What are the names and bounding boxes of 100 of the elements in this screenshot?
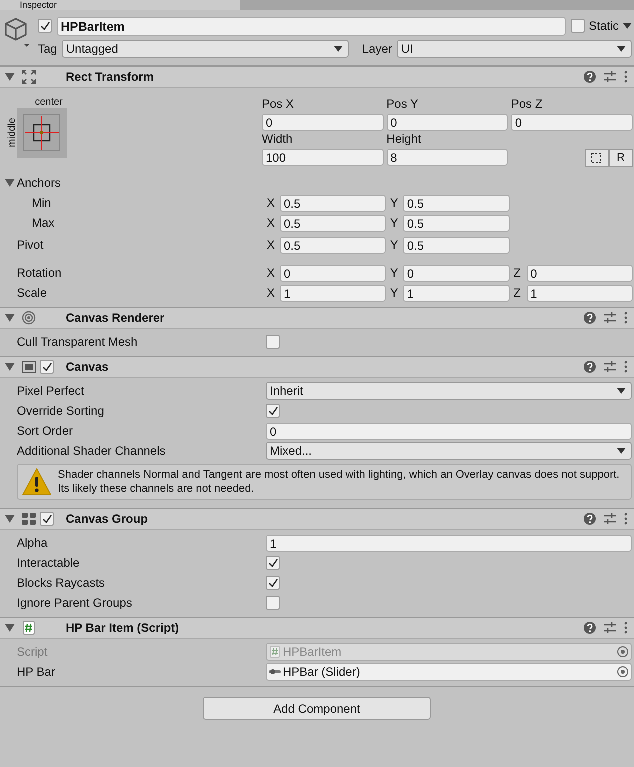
anchor-label: center [34,97,64,108]
menu-icon[interactable] [624,622,628,634]
axis-label: X [267,238,276,252]
component-header[interactable]: Canvas Renderer [0,307,634,329]
checkbox[interactable] [266,335,280,349]
name-field[interactable]: HPBarItem [57,16,566,36]
input-field[interactable]: 0 [386,114,508,131]
help-icon[interactable] [584,622,596,634]
raw-edit-button[interactable]: R [608,149,633,167]
component-header[interactable]: Canvas Group [0,508,634,530]
foldout-arrow-icon[interactable] [5,179,15,187]
input-field[interactable]: 0 [280,264,386,282]
axis-label: X [267,286,276,300]
foldout-arrow-icon[interactable] [5,314,15,322]
enable-checkbox[interactable] [40,360,54,374]
checkbox[interactable] [266,404,280,418]
presets-icon[interactable] [604,513,616,525]
input-field[interactable]: 0.5 [280,214,386,232]
presets-icon[interactable] [604,361,616,373]
axis-label: X [267,266,276,280]
foldout-label[interactable]: Anchors [17,176,62,190]
checkbox[interactable] [266,556,280,570]
enable-checkbox[interactable] [40,512,54,526]
input-field[interactable]: 100 [262,149,384,166]
help-icon[interactable] [584,513,596,525]
dropdown[interactable]: UI [397,40,632,58]
target-icon[interactable] [617,666,629,678]
axis-label: Y [390,266,400,280]
input-field[interactable]: 0.5 [280,236,386,254]
field-label: Script [16,645,49,659]
axis-label: Y [390,238,400,252]
warning-icon [22,468,52,496]
component-header[interactable]: Rect Transform [0,66,634,88]
presets-icon[interactable] [604,622,616,634]
field-label: Additional Shader Channels [16,444,167,458]
checkbox[interactable] [266,576,280,590]
component-title: Canvas Group [66,512,148,526]
dropdown[interactable]: Untagged [62,40,350,58]
frame-icon [22,360,36,374]
foldout-arrow-icon[interactable] [5,73,15,81]
anchor-preset-icon[interactable] [17,108,67,158]
foldout-arrow-icon[interactable] [5,624,15,632]
help-icon[interactable] [584,312,596,324]
input-field[interactable]: 1 [526,284,633,302]
input-field[interactable]: 0 [526,264,633,282]
input-field[interactable]: 0.5 [280,194,386,212]
field-label: Cull Transparent Mesh [16,335,139,349]
input-field[interactable]: 0 [403,264,510,282]
component-header[interactable]: HP Bar Item (Script) [0,617,634,639]
input-field[interactable]: 0 [266,422,632,440]
field-label: Override Sorting [16,404,106,418]
axis-label: Y [390,196,400,210]
input-field[interactable]: 0 [511,114,633,131]
component-header[interactable]: Canvas [0,356,634,378]
static-label: Static [588,19,619,33]
warning-text: Shader channels Normal and Tangent are most often used with lighting, which an Overlay canvas does not support. Its likely these channels are not needed. [58,468,621,496]
field-label: Sort Order [16,424,74,438]
field-label: Pos Z [511,97,544,113]
input-field[interactable]: 0.5 [403,236,510,254]
add-component-button[interactable]: Add Component [203,697,431,720]
inspector-tab[interactable]: Inspector [0,0,240,10]
field-label: Pos X [262,97,296,113]
help-icon[interactable] [584,361,596,373]
static-checkbox[interactable] [570,19,585,33]
dropdown[interactable]: Mixed... [266,442,632,460]
foldout-arrow-icon[interactable] [5,515,15,523]
foldout-arrow-icon[interactable] [5,363,15,371]
menu-icon[interactable] [624,513,628,525]
checkbox[interactable] [266,596,280,610]
menu-icon[interactable] [624,312,628,324]
axis-label: Y [390,216,400,230]
blueprint-button[interactable] [584,149,609,167]
input-field[interactable]: 8 [386,149,508,166]
dotted-rectangle-icon [591,152,602,164]
help-icon[interactable] [584,71,596,83]
field-label: Interactable [16,556,81,570]
presets-icon[interactable] [604,71,616,83]
active-checkbox[interactable] [38,19,52,33]
input-field[interactable]: 1 [266,534,632,552]
input-field[interactable]: 1 [280,284,386,302]
caret-icon [617,46,626,52]
field-label: Max [31,216,56,230]
component-title: HP Bar Item (Script) [66,621,180,635]
presets-icon[interactable] [604,312,616,324]
input-field[interactable]: 0 [262,114,384,131]
menu-icon[interactable] [624,361,628,373]
menu-icon[interactable] [624,71,628,83]
object-field[interactable]: HPBar (Slider) [266,663,632,681]
dropdown[interactable]: Inherit [266,382,632,400]
input-field[interactable]: 0.5 [403,214,510,232]
script-file-icon [22,621,36,635]
axis-label: Z [514,266,522,280]
input-field[interactable]: 0.5 [403,194,510,212]
field-label: Min [31,196,52,210]
caret-icon [334,46,344,52]
cube-icon[interactable] [4,16,32,50]
input-field[interactable]: 1 [403,284,510,302]
field-label: Pivot [16,238,45,252]
script-file-icon [269,646,281,658]
layer-label: Layer [362,42,392,56]
